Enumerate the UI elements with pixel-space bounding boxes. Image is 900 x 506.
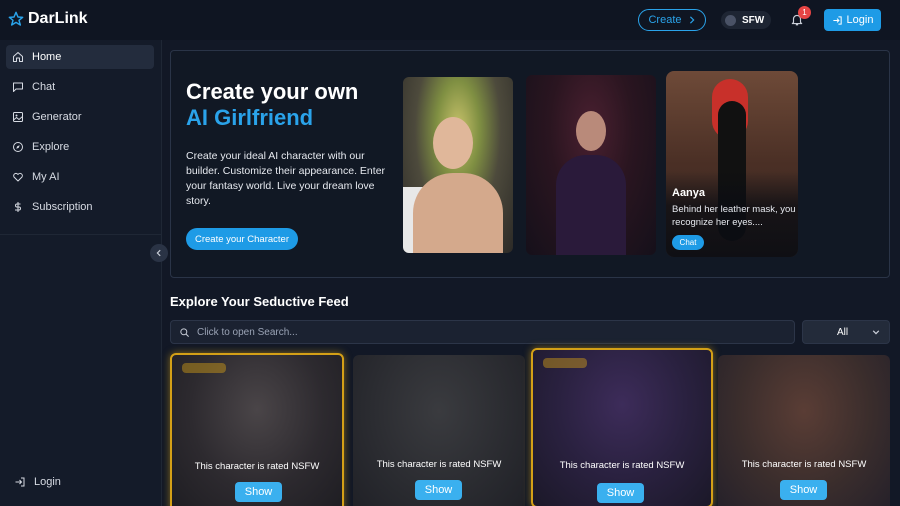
star-logo-icon bbox=[8, 11, 24, 26]
hero-description: Create your ideal AI character with our … bbox=[186, 150, 386, 207]
create-button[interactable]: Create bbox=[638, 9, 706, 31]
heart-icon bbox=[13, 172, 23, 182]
feed-card[interactable]: This character is rated NSFW Show bbox=[353, 355, 525, 506]
sidebar-login-label: Login bbox=[34, 476, 61, 488]
sidebar-item-label: My AI bbox=[32, 171, 60, 183]
sidebar: Home Chat Generator Explore My AI Subscr… bbox=[0, 40, 168, 506]
sidebar-item-explore[interactable]: Explore bbox=[6, 135, 154, 159]
sidebar-item-label: Chat bbox=[32, 81, 56, 93]
hero-title-highlight: AI Girlfriend bbox=[186, 105, 314, 130]
nsfw-notice: This character is rated NSFW bbox=[376, 459, 502, 470]
sidebar-login[interactable]: Login bbox=[14, 476, 61, 488]
create-label: Create bbox=[648, 14, 682, 26]
character-name: Aanya bbox=[672, 187, 706, 199]
sidebar-item-label: Home bbox=[32, 51, 62, 63]
character-image[interactable] bbox=[526, 75, 656, 255]
show-button[interactable]: Show bbox=[780, 480, 827, 500]
show-button[interactable]: Show bbox=[597, 483, 644, 503]
sidebar-item-home[interactable]: Home bbox=[6, 45, 154, 69]
blurred-tag bbox=[543, 358, 587, 368]
feed-card[interactable]: This character is rated NSFW Show bbox=[718, 355, 890, 506]
chevron-left-icon bbox=[156, 249, 161, 257]
filter-value: All bbox=[837, 326, 849, 338]
chat-button[interactable]: Chat bbox=[672, 235, 704, 250]
login-icon bbox=[15, 477, 25, 487]
sidebar-divider bbox=[0, 234, 161, 235]
login-icon bbox=[832, 15, 842, 25]
chevron-down-icon bbox=[872, 330, 880, 335]
image-detail bbox=[433, 117, 473, 169]
image-detail bbox=[413, 173, 503, 253]
toggle-knob bbox=[725, 14, 736, 26]
dollar-icon bbox=[15, 202, 21, 212]
show-button[interactable]: Show bbox=[415, 480, 462, 500]
search-placeholder: Click to open Search... bbox=[197, 326, 298, 338]
image-detail bbox=[556, 155, 626, 255]
sfw-label: SFW bbox=[742, 14, 765, 26]
sidebar-item-generator[interactable]: Generator bbox=[6, 105, 154, 129]
hero-title: Create your own bbox=[186, 79, 359, 104]
show-button[interactable]: Show bbox=[235, 482, 282, 502]
create-character-button[interactable]: Create your Character bbox=[186, 228, 298, 250]
hero-banner: Create your own AI Girlfriend Create you… bbox=[170, 50, 890, 278]
character-image[interactable] bbox=[403, 77, 513, 253]
feed-card[interactable]: This character is rated NSFW Show bbox=[531, 348, 713, 506]
logo[interactable]: DarLink bbox=[8, 10, 88, 28]
home-icon bbox=[13, 52, 23, 62]
nsfw-notice: This character is rated NSFW bbox=[741, 459, 867, 470]
logo-text: DarLink bbox=[28, 10, 88, 27]
sidebar-item-label: Generator bbox=[32, 111, 82, 123]
sidebar-item-label: Explore bbox=[32, 141, 70, 153]
blurred-tag bbox=[182, 363, 226, 373]
top-header: DarLink Create SFW 1 Login bbox=[0, 0, 900, 40]
nsfw-notice: This character is rated NSFW bbox=[194, 461, 320, 472]
sidebar-item-label: Subscription bbox=[32, 201, 93, 213]
login-button[interactable]: Login bbox=[824, 9, 881, 31]
sfw-toggle[interactable]: SFW bbox=[721, 11, 771, 29]
login-label: Login bbox=[846, 14, 874, 26]
chevron-right-icon bbox=[689, 16, 694, 24]
sidebar-collapse-button[interactable] bbox=[150, 244, 168, 262]
sidebar-item-subscription[interactable]: Subscription bbox=[6, 195, 154, 219]
search-input[interactable]: Click to open Search... bbox=[170, 320, 795, 344]
image-detail bbox=[576, 111, 606, 151]
feed-title: Explore Your Seductive Feed bbox=[170, 294, 349, 309]
feed-card[interactable]: This character is rated NSFW Show bbox=[170, 353, 344, 506]
featured-character-card[interactable]: Aanya Behind her leather mask, you recog… bbox=[666, 71, 798, 257]
search-icon bbox=[180, 327, 189, 337]
notification-badge: 1 bbox=[798, 6, 811, 19]
nsfw-notice: This character is rated NSFW bbox=[559, 460, 685, 471]
sidebar-item-chat[interactable]: Chat bbox=[6, 75, 154, 99]
character-description: Behind her leather mask, you recognize h… bbox=[672, 204, 796, 228]
image-icon bbox=[13, 112, 23, 122]
sidebar-item-my-ai[interactable]: My AI bbox=[6, 165, 154, 189]
chat-icon bbox=[13, 82, 23, 92]
filter-select[interactable]: All bbox=[802, 320, 890, 344]
compass-icon bbox=[13, 142, 23, 152]
